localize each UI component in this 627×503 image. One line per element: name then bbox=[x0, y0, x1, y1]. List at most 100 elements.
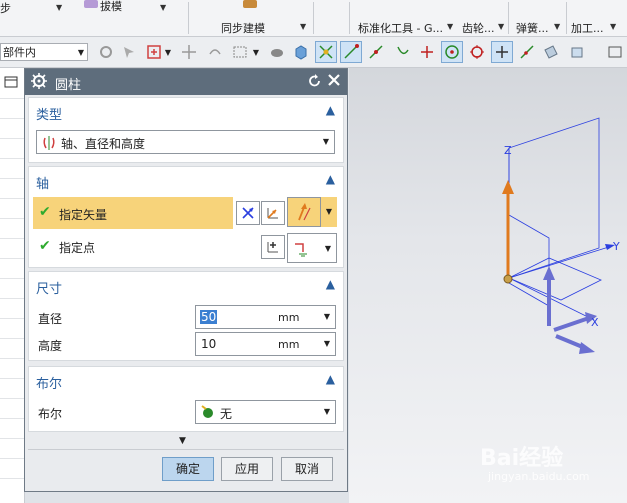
bounded-grid-icon[interactable] bbox=[566, 41, 588, 63]
ribbon-group-arrow[interactable]: ▼ bbox=[498, 22, 504, 31]
datum-plane-xy bbox=[508, 257, 602, 301]
vector-arrowhead bbox=[502, 180, 514, 194]
collapse-icon[interactable]: ▲ bbox=[326, 277, 335, 291]
ribbon-group-arrow[interactable]: ▼ bbox=[447, 22, 453, 31]
coordinate-triad bbox=[502, 117, 615, 354]
selection-scope-dropdown[interactable]: 部件内 ▼ bbox=[0, 43, 88, 61]
z-axis-label: Z bbox=[504, 144, 512, 157]
chevron-down-icon: ▼ bbox=[322, 137, 329, 146]
apply-button[interactable]: 应用 bbox=[221, 457, 273, 481]
boolean-value: 无 bbox=[220, 407, 233, 421]
type-section-heading: 类型 bbox=[36, 108, 63, 123]
ribbon-dropdown-arrow[interactable]: ▼ bbox=[160, 3, 166, 12]
x-handle bbox=[553, 316, 590, 332]
chevron-down-icon[interactable]: ▼ bbox=[321, 197, 337, 227]
navigator-strip bbox=[0, 68, 25, 503]
boolean-section: 布尔 ▲ 布尔 无 ▼ bbox=[28, 366, 344, 432]
type-section: 类型 ▲ 轴、直径和高度 ▼ bbox=[28, 97, 344, 163]
ribbon-draft-label[interactable]: 拔模 bbox=[100, 0, 122, 14]
control-point-icon[interactable] bbox=[392, 41, 414, 63]
x-axis-label: X bbox=[591, 316, 599, 329]
expand-more-icon[interactable]: ▼ bbox=[179, 436, 186, 446]
point-dialog-icon[interactable] bbox=[261, 235, 285, 259]
point-on-curve-icon[interactable] bbox=[516, 41, 538, 63]
ribbon-group-arrow[interactable]: ▼ bbox=[300, 22, 306, 31]
ribbon-group-machining[interactable]: 加工... bbox=[571, 20, 604, 36]
chevron-down-icon: ▼ bbox=[77, 48, 84, 57]
height-value[interactable]: 10 bbox=[201, 337, 216, 351]
view-shaded-icon[interactable] bbox=[266, 41, 288, 63]
chevron-down-icon[interactable]: ▼ bbox=[324, 312, 330, 321]
intersection-point-icon[interactable] bbox=[416, 41, 438, 63]
solid-cube-icon[interactable] bbox=[290, 41, 312, 63]
move-icon[interactable] bbox=[178, 41, 200, 63]
navigator-icon[interactable] bbox=[0, 74, 22, 90]
cancel-button[interactable]: 取消 bbox=[281, 457, 333, 481]
y-axis-label: Y bbox=[613, 240, 620, 253]
ribbon-group-gear[interactable]: 齿轮... bbox=[462, 20, 495, 36]
axis-diameter-height-icon bbox=[41, 135, 57, 154]
existing-point-icon[interactable] bbox=[491, 41, 513, 63]
collapse-icon[interactable]: ▲ bbox=[326, 103, 335, 117]
arc-center-icon[interactable] bbox=[441, 41, 463, 63]
mid-point-icon[interactable] bbox=[365, 41, 387, 63]
chevron-down-icon: ▼ bbox=[323, 407, 330, 416]
check-icon: ✔ bbox=[39, 204, 51, 220]
watermark-logo: Bai经验 bbox=[480, 446, 564, 471]
check-icon: ✔ bbox=[39, 238, 51, 254]
boolean-none-icon bbox=[200, 404, 216, 423]
z-handle-arrowhead bbox=[543, 266, 555, 280]
ribbon-group-sync-modeling[interactable]: 同步建模 bbox=[221, 20, 265, 36]
quadrant-point-icon[interactable] bbox=[466, 41, 488, 63]
draft-icon[interactable] bbox=[84, 0, 98, 8]
box-select-icon[interactable] bbox=[229, 41, 251, 63]
chevron-down-icon: ▼ bbox=[324, 244, 331, 253]
rotate-icon[interactable] bbox=[204, 41, 226, 63]
inferred-vector-icon[interactable] bbox=[287, 197, 321, 227]
ribbon-group-spring[interactable]: 弹簧... bbox=[516, 20, 549, 36]
gear-icon bbox=[31, 73, 47, 92]
diameter-label: 直径 bbox=[38, 312, 63, 326]
boolean-dropdown[interactable]: 无 ▼ bbox=[195, 400, 336, 424]
origin-point bbox=[503, 274, 513, 284]
height-input[interactable]: 10 mm ▼ bbox=[195, 332, 336, 356]
axis-section-heading: 轴 bbox=[36, 177, 50, 192]
reset-icon[interactable] bbox=[308, 74, 322, 91]
ribbon-group-arrow[interactable]: ▼ bbox=[610, 22, 616, 31]
point-on-face-icon[interactable] bbox=[540, 41, 562, 63]
diameter-input[interactable]: 50 mm ▼ bbox=[195, 305, 336, 329]
sync-model-icon[interactable] bbox=[243, 0, 257, 8]
snap-point-icon[interactable] bbox=[315, 41, 337, 63]
specify-vector-row[interactable]: ✔ 指定矢量 bbox=[33, 197, 233, 229]
close-icon[interactable] bbox=[327, 73, 341, 90]
watermark-url: jingyan.baidu.com bbox=[488, 470, 590, 483]
point-type-dropdown[interactable]: ▼ bbox=[287, 233, 337, 263]
type-dropdown[interactable]: 轴、直径和高度 ▼ bbox=[36, 130, 335, 154]
dialog-title-bar[interactable]: 圆柱 bbox=[25, 69, 347, 95]
snap-settings-icon[interactable] bbox=[95, 41, 117, 63]
ribbon-group-arrow[interactable]: ▼ bbox=[554, 22, 560, 31]
end-point-icon[interactable] bbox=[340, 41, 362, 63]
ribbon-group-standard-tools[interactable]: 标准化工具 - G... bbox=[358, 20, 443, 36]
y-handle-arrowhead bbox=[579, 342, 595, 354]
height-unit: mm bbox=[278, 338, 300, 351]
diameter-value[interactable]: 50 bbox=[200, 310, 218, 324]
ribbon: 步 ▼ 拔模 ▼ 同步建模 ▼ 标准化工具 - G... ▼ 齿轮... ▼ 弹… bbox=[0, 0, 627, 37]
graphics-viewport[interactable]: Z Y X bbox=[349, 68, 627, 503]
reverse-direction-icon[interactable] bbox=[236, 201, 260, 225]
specify-vector-label: 指定矢量 bbox=[59, 208, 108, 222]
snap-grid-icon[interactable] bbox=[604, 41, 626, 63]
cylinder-dialog: 圆柱 类型 ▲ 轴、直径和高度 ▼ 轴 ▲ ✔ 指定矢量 ▼ ✔ 指定点 ▼ 尺… bbox=[24, 68, 348, 492]
collapse-icon[interactable]: ▲ bbox=[326, 172, 335, 186]
chevron-down-icon[interactable]: ▼ bbox=[162, 41, 174, 63]
y-axis-line bbox=[508, 245, 613, 279]
chevron-down-icon[interactable]: ▼ bbox=[324, 339, 330, 348]
dimensions-section: 尺寸 ▲ 直径 50 mm ▼ 高度 10 mm ▼ bbox=[28, 271, 344, 361]
collapse-icon[interactable]: ▲ bbox=[326, 372, 335, 386]
select-feature-icon[interactable] bbox=[118, 41, 140, 63]
ribbon-dropdown-arrow[interactable]: ▼ bbox=[56, 3, 62, 12]
vector-dialog-icon[interactable] bbox=[261, 201, 285, 225]
type-dropdown-value: 轴、直径和高度 bbox=[61, 137, 146, 151]
ok-button[interactable]: 确定 bbox=[162, 457, 214, 481]
chevron-down-icon[interactable]: ▼ bbox=[250, 41, 262, 63]
